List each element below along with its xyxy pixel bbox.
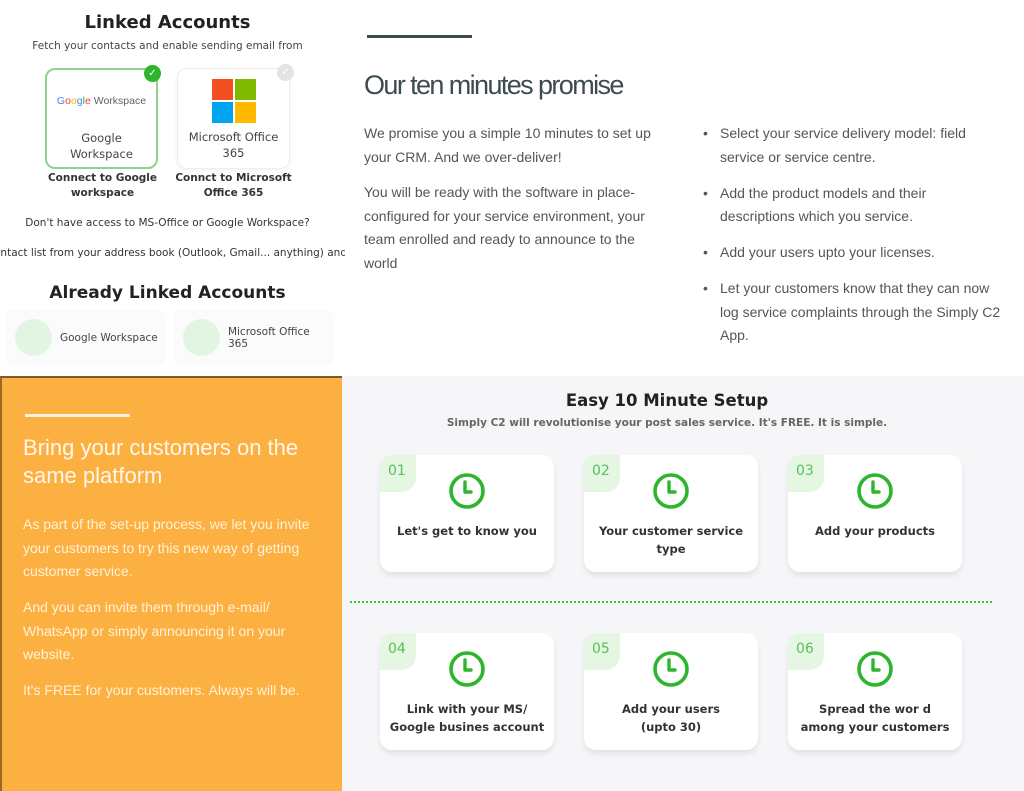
promise-paragraph: You will be ready with the software in p… <box>364 184 645 271</box>
clock-icon <box>857 473 893 509</box>
setup-step-card-04[interactable]: 04 Link with your MS/Google busines acco… <box>380 633 554 750</box>
upload-contacts-text: ontact list from your address book (Outl… <box>0 247 345 259</box>
promise-paragraph: We promise you a simple 10 minutes to se… <box>364 125 651 165</box>
customers-paragraph: And you can invite them through e-mail/ … <box>23 599 286 662</box>
step-label-line: among your customers <box>800 720 950 734</box>
step-label-line: Link with your MS/ <box>406 702 528 716</box>
google-workspace-logo: Google Workspace <box>56 95 147 107</box>
accent-bar <box>367 35 472 38</box>
logo-square <box>235 79 256 100</box>
linked-accounts-title: Linked Accounts <box>84 12 251 33</box>
clock-icon <box>857 651 893 687</box>
step-label: Add your users (upto 30) <box>592 700 750 736</box>
setup-step-card-01[interactable]: 01 Let's get to know you <box>380 455 554 572</box>
step-label: Your customer service type <box>592 522 750 558</box>
bullet-item: Add the product models and their descrip… <box>703 182 1003 229</box>
connect-microsoft-link[interactable]: Connct to Microsoft Office 365 <box>171 171 296 201</box>
customers-paragraph: It's FREE for your customers. Always wil… <box>23 682 300 698</box>
clock-icon <box>653 651 689 687</box>
logo-square <box>212 79 233 100</box>
check-icon: ✓ <box>277 64 294 81</box>
bullet-item: Select your service delivery model: fiel… <box>703 122 1003 169</box>
linked-account-label: Microsoft Office 365 <box>227 325 310 350</box>
microsoft-logo-icon <box>212 79 256 123</box>
setup-title: Easy 10 Minute Setup <box>565 391 769 410</box>
step-label-line: Add your products <box>814 524 935 538</box>
step-label-line: Google busines account <box>389 720 545 734</box>
step-label-line: Your customer service <box>598 524 744 538</box>
clock-icon <box>449 651 485 687</box>
check-icon: ✓ <box>144 65 161 82</box>
step-label-line: Add your users <box>622 702 720 716</box>
linked-account-item[interactable]: Google Workspace <box>5 310 165 365</box>
clock-icon <box>449 473 485 509</box>
bullet-item: Add your users upto your licenses. <box>703 241 1003 265</box>
step-label-line: (upto 30) <box>640 720 702 734</box>
google-workspace-card[interactable]: ✓ Google Workspace Google Workspace <box>45 65 161 169</box>
step-label-line: Let's get to know you <box>397 524 537 538</box>
no-access-text: Don't have access to MS-Office or Google… <box>25 217 310 229</box>
step-label-line: Spread the wor d <box>819 702 931 716</box>
already-linked-title: Already Linked Accounts <box>49 283 286 303</box>
customers-title: Bring your customers on the same platfor… <box>23 435 299 488</box>
step-label: Let's get to know you <box>388 522 546 540</box>
linked-accounts-subtitle: Fetch your contacts and enable sending e… <box>32 40 303 52</box>
bullet-item: Let your customers know that they can no… <box>703 277 1003 348</box>
setup-step-card-06[interactable]: 06 Spread the wor d among your customers <box>788 633 962 750</box>
setup-step-card-03[interactable]: 03 Add your products <box>788 455 962 572</box>
account-avatar <box>183 319 220 356</box>
step-label-line: type <box>656 542 686 556</box>
logo-square <box>235 102 256 123</box>
promise-bullet-list: Select your service delivery model: fiel… <box>703 122 1003 360</box>
accent-bar <box>25 414 130 417</box>
step-number: 05 <box>584 633 620 670</box>
step-number: 02 <box>584 455 620 492</box>
account-name: Microsoft Office 365 <box>188 130 279 160</box>
step-label: Add your products <box>796 522 954 540</box>
linked-account-item[interactable]: Microsoft Office 365 <box>173 310 333 365</box>
step-number: 04 <box>380 633 416 670</box>
clock-icon <box>653 473 689 509</box>
promise-panel: Our ten minutes promise We promise you a… <box>345 0 1024 376</box>
linked-accounts-panel: Linked Accounts Fetch your contacts and … <box>0 0 345 376</box>
step-number: 03 <box>788 455 824 492</box>
promise-title: Our ten minutes promise <box>364 70 624 100</box>
customers-panel: Bring your customers on the same platfor… <box>0 376 342 791</box>
account-avatar <box>15 319 52 356</box>
logo-square <box>212 102 233 123</box>
step-number: 06 <box>788 633 824 670</box>
connect-google-link[interactable]: Connect to Google workspace <box>40 171 165 201</box>
step-number: 01 <box>380 455 416 492</box>
dotted-divider <box>350 601 992 603</box>
linked-account-label: Google Workspace <box>60 331 158 344</box>
step-label: Spread the wor d among your customers <box>796 700 954 736</box>
microsoft-office-card[interactable]: ✓ Microsoft Office 365 <box>177 64 294 169</box>
setup-subtitle: Simply C2 will revolutionise your post s… <box>446 417 888 429</box>
setup-step-card-05[interactable]: 05 Add your users (upto 30) <box>584 633 758 750</box>
setup-step-card-02[interactable]: 02 Your customer service type <box>584 455 758 572</box>
setup-panel: Easy 10 Minute Setup Simply C2 will revo… <box>342 376 1024 791</box>
step-label: Link with your MS/Google busines account <box>388 700 546 736</box>
account-name: Google Workspace <box>70 131 133 161</box>
customers-paragraph: As part of the set-up process, we let yo… <box>23 516 310 579</box>
